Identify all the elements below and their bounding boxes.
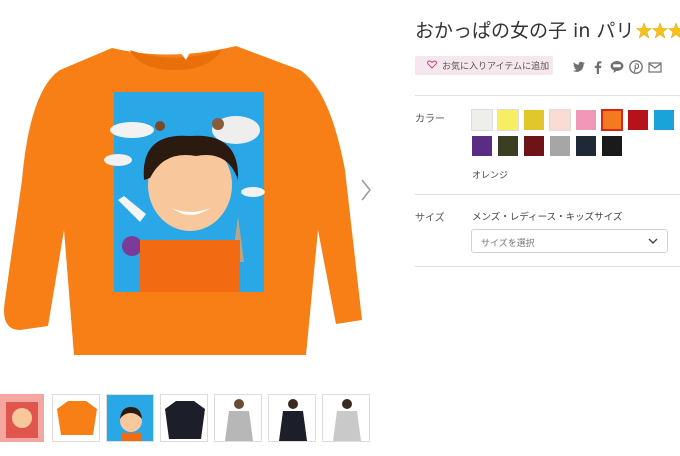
color-swatch[interactable]: [471, 135, 493, 157]
chevron-down-icon: [647, 236, 659, 249]
color-label: カラー: [415, 114, 445, 125]
color-swatch[interactable]: [523, 135, 545, 157]
pinterest-icon[interactable]: [629, 59, 643, 74]
product-title: おかっぱの女の子 in パリ: [415, 16, 680, 45]
size-label: サイズ: [415, 213, 445, 224]
thumbnail-orange-tee[interactable]: [52, 394, 100, 442]
rating-stars-icon: [636, 22, 680, 45]
selected-color-name: オレンジ: [472, 171, 509, 181]
product-title-text: おかっぱの女の子 in パリ: [415, 20, 635, 42]
thumbnail-black-tee-model[interactable]: [268, 394, 316, 442]
color-swatch[interactable]: [575, 135, 597, 157]
add-to-favorites-button[interactable]: お気に入りアイテムに追加: [415, 56, 553, 75]
facebook-icon[interactable]: [591, 59, 605, 74]
thumbnail-black-tee[interactable]: [160, 394, 208, 442]
color-swatch[interactable]: [627, 109, 649, 131]
size-select-placeholder: サイズを選択: [481, 239, 535, 249]
mail-icon[interactable]: [648, 59, 662, 73]
next-image-arrow[interactable]: [356, 176, 376, 204]
color-swatch[interactable]: [575, 109, 597, 131]
divider-bottom: [415, 266, 680, 267]
line-icon[interactable]: [610, 59, 624, 73]
size-category-heading: メンズ・レディース・キッズサイズ: [472, 212, 623, 223]
thumbnail-design[interactable]: [106, 394, 154, 442]
heart-icon: [427, 60, 437, 72]
color-swatch[interactable]: [601, 135, 623, 157]
twitter-icon[interactable]: [572, 59, 586, 73]
color-swatch[interactable]: [497, 135, 519, 157]
divider-middle: [415, 194, 680, 195]
color-swatches: [471, 109, 680, 161]
thumbnail-design-pink[interactable]: [0, 394, 44, 442]
thumbnail-gray-tee-model[interactable]: [214, 394, 262, 442]
color-swatch[interactable]: [601, 109, 623, 131]
thumbnail-strip: [0, 394, 376, 446]
color-swatch[interactable]: [549, 135, 571, 157]
size-select[interactable]: サイズを選択: [471, 229, 668, 253]
color-swatch[interactable]: [653, 109, 675, 131]
color-swatch[interactable]: [523, 109, 545, 131]
product-main-image: [0, 0, 375, 365]
add-to-favorites-label: お気に入りアイテムに追加: [442, 62, 550, 72]
thumbnail-gray-tee-model-2[interactable]: [322, 394, 370, 442]
color-swatch[interactable]: [497, 109, 519, 131]
divider-top: [415, 95, 680, 96]
color-swatch[interactable]: [549, 109, 571, 131]
share-icons: [572, 59, 667, 74]
color-swatch[interactable]: [471, 109, 493, 131]
